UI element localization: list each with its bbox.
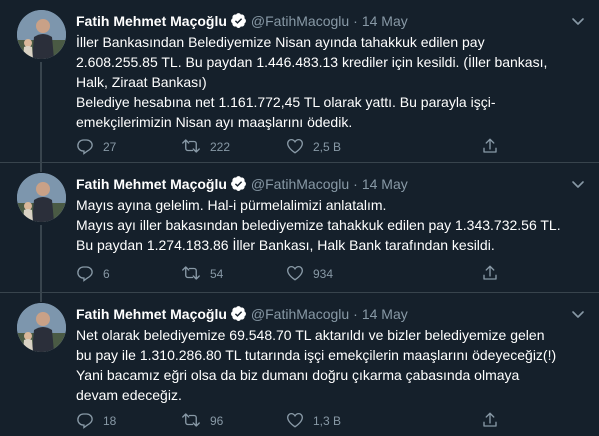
tweet-text: İller Bankasından Belediyemize Nisan ayı… [76, 32, 586, 132]
author-name[interactable]: Fatih Mehmet Maçoğlu [76, 176, 227, 192]
tweet-date[interactable]: 14 May [362, 13, 408, 29]
tweet-text-line: emekçilerimizin Nisan ayı maaşlarını öde… [76, 114, 353, 130]
verified-badge-icon [230, 305, 247, 327]
tweet-thread: Fatih Mehmet Maçoğlu @FatihMacoglu · 14 May… [0, 0, 599, 436]
chevron-down-icon[interactable] [569, 175, 587, 193]
reply-count: 18 [103, 414, 117, 428]
tweet-text-line: Yani bacamız eğri olsa da biz dumanı doğ… [76, 367, 520, 383]
tweet-header: Fatih Mehmet Maçoğlu @FatihMacoglu · 14 May [76, 304, 589, 324]
reply-button[interactable]: 6 [76, 264, 110, 284]
reply-icon [76, 137, 94, 158]
reply-button[interactable]: 27 [76, 137, 116, 157]
tweet-header: Fatih Mehmet Maçoğlu @FatihMacoglu · 14 May [76, 11, 589, 31]
tweet-text-line: İller Bankasından Belediyemize Nisan ayı… [76, 34, 485, 50]
tweet-text: Mayıs ayına gelelim. Hal-i pürmelalimizi… [76, 195, 586, 255]
author-name[interactable]: Fatih Mehmet Maçoğlu [76, 13, 227, 29]
thread-connector [40, 225, 42, 292]
tweet-text-line: devam edeceğiz. [76, 387, 182, 403]
retweet-icon [181, 411, 201, 432]
tweet-text-line: Mayıs ayı iller bakasından belediyemize … [76, 217, 561, 233]
tweet[interactable]: Fatih Mehmet Maçoğlu @FatihMacoglu · 14 May… [0, 0, 599, 163]
author-handle[interactable]: @FatihMacoglu [251, 306, 349, 322]
retweet-count: 96 [210, 414, 224, 428]
like-button[interactable]: 2,5 B [286, 137, 341, 157]
like-icon [286, 137, 304, 158]
tweet-text-line: Bu paydan 1.274.183.86 İller Bankası, Ha… [76, 237, 495, 253]
reply-button[interactable]: 18 [76, 411, 116, 431]
retweet-button[interactable]: 96 [181, 411, 223, 431]
like-button[interactable]: 1,3 B [286, 411, 341, 431]
retweet-count: 222 [210, 140, 231, 154]
retweet-count: 54 [210, 267, 224, 281]
tweet-actions: 6 54 934 [76, 264, 516, 284]
tweet-text-line: Net olarak belediyemize 69.548.70 TL akt… [76, 327, 545, 343]
thread-connector [40, 293, 42, 302]
retweet-button[interactable]: 54 [181, 264, 223, 284]
thread-connector [40, 62, 42, 162]
tweet-text-line: bu pay ile 1.310.286.80 TL tutarında işç… [76, 347, 557, 363]
share-icon [481, 137, 499, 158]
like-icon [286, 264, 304, 285]
tweet[interactable]: Fatih Mehmet Maçoğlu @FatihMacoglu · 14 May… [0, 163, 599, 293]
author-name[interactable]: Fatih Mehmet Maçoğlu [76, 306, 227, 322]
chevron-down-icon[interactable] [569, 305, 587, 323]
tweet-actions: 27 222 2,5 B [76, 137, 516, 157]
chevron-down-icon[interactable] [569, 12, 587, 30]
like-button[interactable]: 934 [286, 264, 333, 284]
like-icon [286, 411, 304, 432]
reply-count: 6 [103, 267, 110, 281]
tweet-actions: 18 96 1,3 B [76, 411, 516, 431]
share-icon [481, 411, 499, 432]
thread-connector [40, 163, 42, 172]
tweet-text-line: Belediye hesabına net 1.161.772,45 TL ol… [76, 94, 496, 110]
tweet-date[interactable]: 14 May [362, 176, 408, 192]
author-handle[interactable]: @FatihMacoglu [251, 13, 349, 29]
tweet[interactable]: Fatih Mehmet Maçoğlu @FatihMacoglu · 14 May… [0, 293, 599, 436]
verified-badge-icon [230, 12, 247, 34]
retweet-button[interactable]: 222 [181, 137, 230, 157]
reply-icon [76, 264, 94, 285]
share-button[interactable] [481, 411, 499, 431]
share-button[interactable] [481, 264, 499, 284]
tweet-text: Net olarak belediyemize 69.548.70 TL akt… [76, 325, 586, 405]
avatar[interactable] [17, 10, 66, 59]
tweet-text-line: Halk, Ziraat Bankası) [76, 74, 207, 90]
reply-icon [76, 411, 94, 432]
separator: · [353, 306, 358, 322]
reply-count: 27 [103, 140, 117, 154]
tweet-text-line: 2.608.255.85 TL. Bu paydan 1.446.483.13 … [76, 54, 548, 70]
tweet-text-line: Mayıs ayına gelelim. Hal-i pürmelalimizi… [76, 197, 387, 213]
tweet-header: Fatih Mehmet Maçoğlu @FatihMacoglu · 14 May [76, 174, 589, 194]
author-handle[interactable]: @FatihMacoglu [251, 176, 349, 192]
separator: · [353, 13, 358, 29]
retweet-icon [181, 137, 201, 158]
tweet-date[interactable]: 14 May [362, 306, 408, 322]
like-count: 934 [313, 267, 334, 281]
like-count: 2,5 B [313, 140, 342, 154]
like-count: 1,3 B [313, 414, 342, 428]
share-button[interactable] [481, 137, 499, 157]
share-icon [481, 264, 499, 285]
avatar[interactable] [17, 303, 66, 352]
retweet-icon [181, 264, 201, 285]
separator: · [353, 176, 358, 192]
avatar[interactable] [17, 173, 66, 222]
verified-badge-icon [230, 175, 247, 197]
